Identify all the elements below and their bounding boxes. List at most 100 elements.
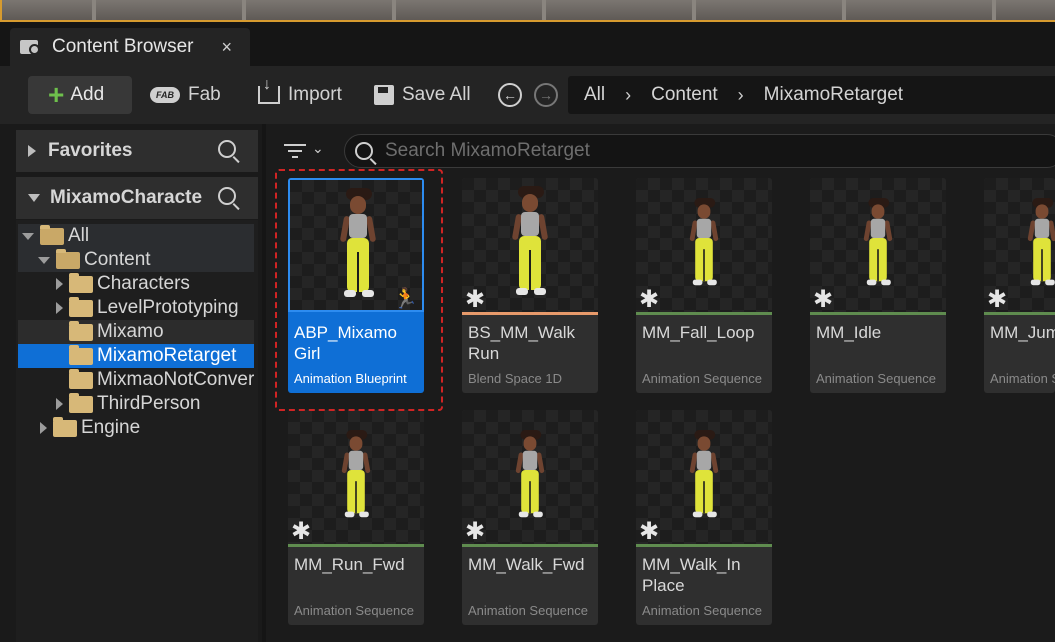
- asset-name: MM_Jump: [990, 323, 1055, 342]
- asset-type-strip: [288, 544, 424, 547]
- save-icon: [374, 85, 394, 105]
- collapse-arrow-icon[interactable]: [28, 194, 40, 202]
- sources-panel: Favorites MixamoCharacte All Content Cha…: [0, 124, 262, 642]
- character-figure: [682, 198, 727, 294]
- expand-arrow-icon[interactable]: [28, 145, 36, 157]
- tab-title: Content Browser: [52, 36, 194, 57]
- asset-type: Animation Sequence: [642, 603, 762, 618]
- folder-icon: [69, 368, 93, 389]
- add-button[interactable]: + Add: [28, 76, 132, 114]
- character-figure: [334, 430, 379, 526]
- asset-tile[interactable]: ✱ MM_Jump Animation Sequence: [984, 178, 1055, 393]
- tree-item-content[interactable]: Content: [18, 248, 254, 272]
- asset-name: BS_MM_Walk Run: [468, 323, 576, 363]
- breadcrumb-mixamoretarget[interactable]: MixamoRetarget: [764, 84, 903, 106]
- collapse-arrow-icon[interactable]: [22, 232, 34, 240]
- tree-item-mixamo[interactable]: Mixamo: [18, 320, 254, 344]
- asset-thumbnail: ✱: [636, 410, 772, 544]
- close-icon[interactable]: ×: [221, 37, 232, 58]
- tree-item-label: Engine: [81, 417, 141, 438]
- import-button[interactable]: Import: [258, 76, 342, 114]
- expand-arrow-icon[interactable]: [40, 422, 47, 434]
- import-icon: [258, 76, 280, 104]
- collapse-arrow-icon[interactable]: [38, 256, 50, 264]
- character-figure: [502, 186, 558, 306]
- asset-thumbnail: ✱: [984, 178, 1055, 312]
- expand-arrow-icon[interactable]: [56, 398, 63, 410]
- filter-button[interactable]: ⌄: [280, 138, 328, 164]
- tree-item-label: MixamoRetarget: [97, 345, 237, 366]
- asset-tile[interactable]: ✱ MM_Walk_In Place Animation Sequence: [636, 410, 772, 625]
- tree-item-levelprototyping[interactable]: LevelPrototyping: [18, 296, 254, 320]
- asset-name: MM_Fall_Loop: [642, 323, 755, 342]
- asset-tile[interactable]: ✱ BS_MM_Walk Run Blend Space 1D: [462, 178, 598, 393]
- tree-item-engine[interactable]: Engine: [18, 416, 254, 440]
- asset-type: Animation Sequence: [468, 603, 588, 618]
- tree-item-all[interactable]: All: [18, 224, 254, 248]
- chevron-right-icon[interactable]: ›: [625, 85, 631, 106]
- tree-item-mixamoretarget[interactable]: MixamoRetarget: [18, 344, 254, 368]
- project-header[interactable]: MixamoCharacte: [16, 177, 258, 219]
- forward-arrow-icon[interactable]: →: [534, 83, 558, 107]
- folder-icon: [69, 392, 93, 413]
- project-label: MixamoCharacte: [50, 187, 203, 208]
- breadcrumb-content[interactable]: Content: [651, 84, 718, 106]
- toolbar: + Add FAB Fab Import Save All ← → All › …: [0, 66, 1055, 124]
- chevron-right-icon[interactable]: ›: [738, 85, 744, 106]
- asset-tile[interactable]: ✱ MM_Fall_Loop Animation Sequence: [636, 178, 772, 393]
- tree-item-thirdperson[interactable]: ThirdPerson: [18, 392, 254, 416]
- asset-type: Animation Sequence: [294, 603, 414, 618]
- fab-icon: FAB: [150, 87, 180, 103]
- asterisk-icon: ✱: [639, 286, 660, 313]
- tree-item-label: LevelPrototyping: [97, 297, 239, 318]
- tree-item-label: Characters: [97, 273, 190, 294]
- character-figure: [508, 430, 553, 526]
- asset-thumbnail: ✱: [636, 178, 772, 312]
- asset-thumbnail: ✱: [810, 178, 946, 312]
- asset-type-strip: [462, 544, 598, 547]
- add-button-label: Add: [70, 84, 105, 105]
- asset-name: MM_Walk_Fwd: [468, 555, 585, 574]
- folder-icon: [69, 344, 93, 365]
- character-figure: [856, 198, 901, 294]
- expand-arrow-icon[interactable]: [56, 302, 63, 314]
- tree-item-label: All: [68, 225, 90, 246]
- save-all-label: Save All: [402, 84, 471, 105]
- search-icon[interactable]: [218, 187, 236, 205]
- fab-button[interactable]: FAB Fab: [150, 76, 221, 114]
- asterisk-icon: ✱: [639, 518, 660, 545]
- expand-arrow-icon[interactable]: [56, 278, 63, 290]
- fab-button-label: Fab: [188, 84, 221, 105]
- asset-type: Blend Space 1D: [468, 371, 562, 386]
- import-button-label: Import: [288, 84, 342, 105]
- asset-view: ⌄ Search MixamoRetarget 🏃 ABP_Mixamo Gir…: [266, 124, 1055, 642]
- search-input[interactable]: Search MixamoRetarget: [344, 134, 1055, 168]
- asterisk-icon: ✱: [465, 286, 486, 313]
- tree-item-label: MixmaoNotConverted: [97, 369, 254, 390]
- asset-thumbnail: ✱: [462, 410, 598, 544]
- back-arrow-icon[interactable]: ←: [498, 83, 522, 107]
- breadcrumb-all[interactable]: All: [584, 84, 605, 106]
- tree-item-mixmaonotconverted[interactable]: MixmaoNotConverted: [18, 368, 254, 392]
- asterisk-icon: ✱: [987, 286, 1008, 313]
- breadcrumb: All › Content › MixamoRetarget: [568, 76, 1055, 114]
- asset-type-strip: [462, 312, 598, 315]
- chevron-down-icon: ⌄: [312, 140, 324, 156]
- asset-tile[interactable]: ✱ MM_Run_Fwd Animation Sequence: [288, 410, 424, 625]
- folder-open-icon: [40, 224, 64, 245]
- search-icon[interactable]: [218, 140, 236, 158]
- favorites-label: Favorites: [48, 140, 133, 161]
- asset-tile[interactable]: ✱ MM_Idle Animation Sequence: [810, 178, 946, 393]
- tab-content-browser[interactable]: Content Browser ×: [10, 28, 250, 66]
- filter-icon: [284, 144, 306, 146]
- asterisk-icon: ✱: [291, 518, 312, 545]
- asset-name: MM_Run_Fwd: [294, 555, 405, 574]
- asset-type: Animation Sequence: [816, 371, 936, 386]
- favorites-header[interactable]: Favorites: [16, 130, 258, 172]
- asset-type-strip: [810, 312, 946, 315]
- save-all-button[interactable]: Save All: [374, 76, 471, 114]
- tree-item-characters[interactable]: Characters: [18, 272, 254, 296]
- content-browser-icon: [18, 36, 44, 58]
- asset-tile[interactable]: ✱ MM_Walk_Fwd Animation Sequence: [462, 410, 598, 625]
- asset-type-strip: [636, 544, 772, 547]
